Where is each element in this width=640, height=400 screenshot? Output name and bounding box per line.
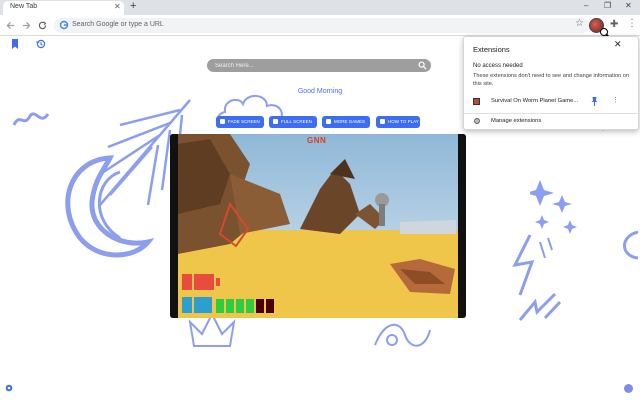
toolbar: Search Google or type a URL ☆ bbox=[0, 15, 640, 36]
popup-divider bbox=[464, 113, 640, 114]
bookmark-icon[interactable] bbox=[11, 39, 19, 49]
bookmark-star-icon[interactable]: ☆ bbox=[575, 18, 584, 29]
settings-gear-icon[interactable] bbox=[4, 383, 14, 393]
squiggle-doodle-icon bbox=[12, 112, 50, 126]
google-icon bbox=[59, 20, 69, 30]
how-to-play-button[interactable]: HOW TO PLAY bbox=[376, 116, 420, 128]
extension-item-name[interactable]: Survival On Worm Planet Game... bbox=[491, 98, 578, 104]
info-icon bbox=[380, 119, 385, 124]
new-tab-button[interactable]: + bbox=[130, 0, 136, 12]
omnibox-placeholder: Search Google or type a URL bbox=[72, 21, 164, 28]
extension-more-icon[interactable]: ⋮ bbox=[612, 96, 619, 104]
fade-screen-button[interactable]: FADE SCREEN bbox=[216, 116, 264, 128]
help-icon[interactable] bbox=[624, 384, 633, 393]
close-window-button[interactable]: ✕ bbox=[625, 1, 632, 10]
curl-doodle-icon bbox=[623, 230, 639, 260]
game-logo: GNN bbox=[307, 136, 327, 145]
popup-title: Extensions bbox=[473, 45, 510, 54]
popup-description: These extensions don't need to see and c… bbox=[473, 73, 629, 87]
popup-section-title: No access needed bbox=[473, 63, 523, 69]
extensions-popup: Extensions ✕ No access needed These exte… bbox=[463, 36, 640, 130]
minimize-button[interactable]: – bbox=[584, 1, 588, 10]
more-games-label: MORE GAMES bbox=[334, 119, 366, 124]
search-input[interactable] bbox=[215, 60, 415, 71]
crown-doodle-icon bbox=[188, 312, 236, 347]
game-frame[interactable]: GNN bbox=[170, 134, 466, 318]
swirl-doodle-icon bbox=[374, 323, 431, 347]
how-to-play-label: HOW TO PLAY bbox=[388, 119, 419, 124]
full-screen-label: FULL SCREEN bbox=[281, 119, 312, 124]
manage-extensions-link[interactable]: Manage extensions bbox=[491, 118, 541, 124]
bulb-icon bbox=[220, 119, 225, 124]
history-icon[interactable] bbox=[36, 39, 46, 49]
search-icon[interactable] bbox=[418, 61, 427, 70]
pin-icon[interactable] bbox=[591, 97, 598, 106]
greeting-text: Good Morning bbox=[297, 88, 343, 95]
omnibox[interactable]: Search Google or type a URL bbox=[54, 18, 590, 33]
tab-close-icon[interactable]: ✕ bbox=[114, 2, 121, 11]
game-scene[interactable] bbox=[170, 134, 466, 318]
tab-title: New Tab bbox=[10, 3, 38, 10]
gamepad-icon bbox=[326, 119, 331, 124]
bolt-doodle-icon bbox=[518, 292, 562, 321]
back-arrow-icon[interactable] bbox=[6, 21, 15, 30]
reload-icon[interactable] bbox=[38, 21, 47, 30]
search-bar bbox=[207, 59, 431, 72]
expand-icon bbox=[273, 119, 278, 124]
full-screen-button[interactable]: FULL SCREEN bbox=[269, 116, 317, 128]
tab-strip: New Tab ✕ + – ❐ ✕ bbox=[0, 0, 640, 15]
tab-new-tab[interactable]: New Tab ✕ bbox=[3, 1, 124, 15]
popup-close-icon[interactable]: ✕ bbox=[614, 39, 622, 50]
extension-item-icon bbox=[473, 98, 480, 105]
more-games-button[interactable]: MORE GAMES bbox=[322, 116, 370, 128]
forward-arrow-icon[interactable] bbox=[22, 21, 31, 30]
browser-menu-icon[interactable]: ⋮ bbox=[627, 18, 637, 29]
maximize-button[interactable]: ❐ bbox=[604, 1, 611, 10]
fade-screen-label: FADE SCREEN bbox=[228, 119, 260, 124]
gear-icon bbox=[474, 118, 480, 124]
